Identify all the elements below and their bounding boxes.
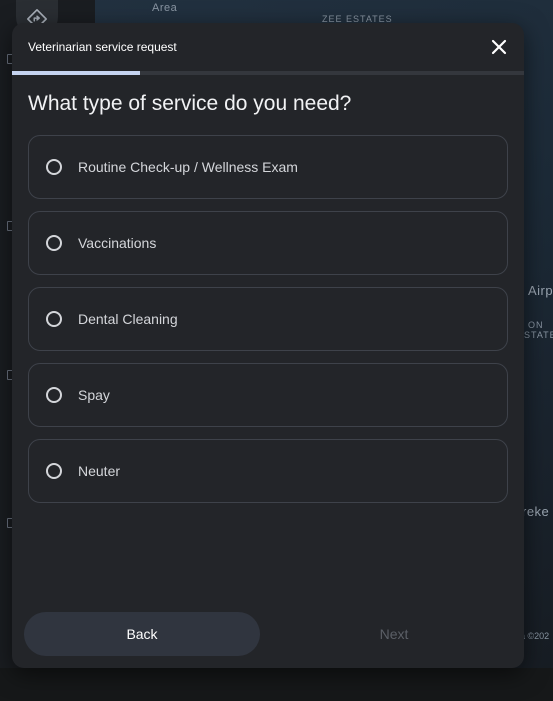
back-button[interactable]: Back xyxy=(24,612,260,656)
option-label: Neuter xyxy=(78,463,121,479)
service-request-modal: Veterinarian service request What type o… xyxy=(12,23,524,668)
close-icon xyxy=(491,39,507,55)
map-label-area: Area xyxy=(152,2,178,14)
option-dental-cleaning[interactable]: Dental Cleaning xyxy=(28,287,508,351)
progress-bar-fill xyxy=(12,71,140,75)
option-neuter[interactable]: Neuter xyxy=(28,439,508,503)
progress-bar xyxy=(12,71,524,75)
map-label-airport: Airp xyxy=(528,283,553,298)
modal-title: Veterinarian service request xyxy=(28,40,177,54)
map-label-state: STATE xyxy=(524,330,553,340)
map-footer xyxy=(0,668,553,701)
close-button[interactable] xyxy=(488,36,510,58)
question-heading: What type of service do you need? xyxy=(28,92,352,115)
map-label-reke: reke xyxy=(522,504,550,519)
map-label-on: ON xyxy=(528,320,544,330)
option-label: Routine Check-up / Wellness Exam xyxy=(78,159,298,175)
radio-button[interactable] xyxy=(46,159,62,175)
map-attribution: a ©202 xyxy=(520,631,550,641)
next-button[interactable]: Next xyxy=(276,612,512,656)
option-label: Dental Cleaning xyxy=(78,311,178,327)
option-spay[interactable]: Spay xyxy=(28,363,508,427)
radio-button[interactable] xyxy=(46,387,62,403)
option-routine-checkup[interactable]: Routine Check-up / Wellness Exam xyxy=(28,135,508,199)
option-label: Vaccinations xyxy=(78,235,157,251)
option-vaccinations[interactable]: Vaccinations xyxy=(28,211,508,275)
radio-button[interactable] xyxy=(46,463,62,479)
service-options-list: Routine Check-up / Wellness Exam Vaccina… xyxy=(28,135,508,515)
modal-header: Veterinarian service request xyxy=(12,23,524,71)
option-label: Spay xyxy=(78,387,110,403)
radio-button[interactable] xyxy=(46,235,62,251)
radio-button[interactable] xyxy=(46,311,62,327)
